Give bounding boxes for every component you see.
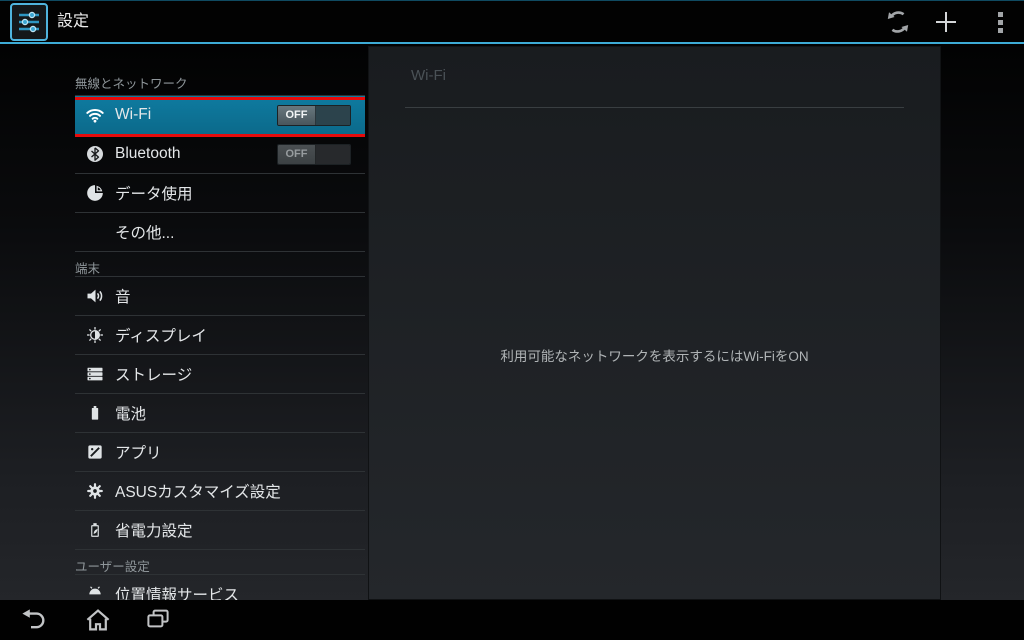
overflow-menu-icon (998, 12, 1003, 33)
recents-button[interactable] (136, 604, 180, 636)
sidebar-item-wifi[interactable]: Wi-Fi OFF (75, 96, 365, 135)
bluetooth-icon (85, 144, 105, 164)
action-bar: 設定 (0, 0, 1024, 44)
bluetooth-toggle-state: OFF (278, 145, 316, 164)
sidebar-item-label: ディスプレイ (115, 324, 207, 346)
wifi-icon (85, 105, 105, 125)
sidebar-item-label: アプリ (115, 441, 162, 463)
sidebar-item-storage[interactable]: ストレージ (75, 355, 365, 394)
back-icon (19, 605, 49, 635)
wifi-detail-panel: Wi-Fi 利用可能なネットワークを表示するにはWi-FiをON (368, 46, 941, 600)
system-nav-bar: 15:15 (0, 600, 1024, 640)
apps-icon (85, 442, 105, 462)
sidebar-item-label: ASUSカスタマイズ設定 (115, 480, 281, 502)
panel-divider (405, 107, 904, 108)
settings-sidebar: 無線とネットワーク Wi-Fi OFF Bluetooth OFF (75, 46, 365, 600)
recents-icon (143, 605, 173, 635)
panel-title: Wi-Fi (411, 67, 446, 84)
wifi-toggle-state: OFF (278, 106, 316, 125)
power-saver-icon (85, 520, 105, 540)
sidebar-item-label: Wi-Fi (115, 106, 151, 124)
sidebar-item-label: 音 (115, 285, 131, 307)
sidebar-item-location-services[interactable]: 位置情報サービス (75, 575, 365, 600)
sidebar-item-more[interactable]: その他... (75, 213, 365, 252)
sidebar-item-label: Bluetooth (115, 145, 181, 163)
sidebar-item-label: 電池 (115, 402, 146, 424)
wifi-empty-message: 利用可能なネットワークを表示するにはWi-FiをON (369, 345, 940, 365)
location-icon (85, 584, 105, 600)
add-network-button[interactable] (924, 0, 968, 44)
sync-button[interactable] (876, 0, 920, 44)
wifi-toggle-track (316, 106, 350, 125)
plus-icon (934, 10, 958, 34)
wifi-toggle[interactable]: OFF (277, 105, 351, 126)
sidebar-item-apps[interactable]: アプリ (75, 433, 365, 472)
home-icon (83, 605, 113, 635)
section-header-wireless: 無線とネットワーク (75, 46, 365, 96)
sound-icon (85, 286, 105, 306)
sidebar-item-power-saver[interactable]: 省電力設定 (75, 511, 365, 550)
bluetooth-toggle[interactable]: OFF (277, 144, 351, 165)
home-button[interactable] (76, 604, 120, 636)
sidebar-item-label: 位置情報サービス (115, 583, 239, 600)
sidebar-item-label: 省電力設定 (115, 519, 193, 541)
sync-icon (885, 9, 911, 35)
sidebar-item-sound[interactable]: 音 (75, 277, 365, 316)
settings-sliders-icon (16, 9, 42, 35)
data-usage-icon (85, 183, 105, 203)
sidebar-item-asus-customized[interactable]: ASUSカスタマイズ設定 (75, 472, 365, 511)
sidebar-item-label: その他... (115, 221, 174, 243)
battery-icon (85, 403, 105, 423)
sidebar-item-label: データ使用 (115, 182, 193, 204)
display-icon (85, 325, 105, 345)
bluetooth-toggle-track (316, 145, 350, 164)
sidebar-item-data-usage[interactable]: データ使用 (75, 174, 365, 213)
gear-icon (85, 481, 105, 501)
sidebar-item-battery[interactable]: 電池 (75, 394, 365, 433)
sidebar-item-bluetooth[interactable]: Bluetooth OFF (75, 135, 365, 174)
section-header-user: ユーザー設定 (75, 550, 365, 575)
back-button[interactable] (12, 604, 56, 636)
page-title: 設定 (57, 0, 89, 44)
sidebar-item-display[interactable]: ディスプレイ (75, 316, 365, 355)
settings-app-icon[interactable] (10, 3, 48, 41)
sidebar-item-label: ストレージ (115, 363, 192, 385)
storage-icon (85, 364, 105, 384)
overflow-menu-button[interactable] (978, 0, 1022, 44)
section-header-device: 端末 (75, 252, 365, 277)
